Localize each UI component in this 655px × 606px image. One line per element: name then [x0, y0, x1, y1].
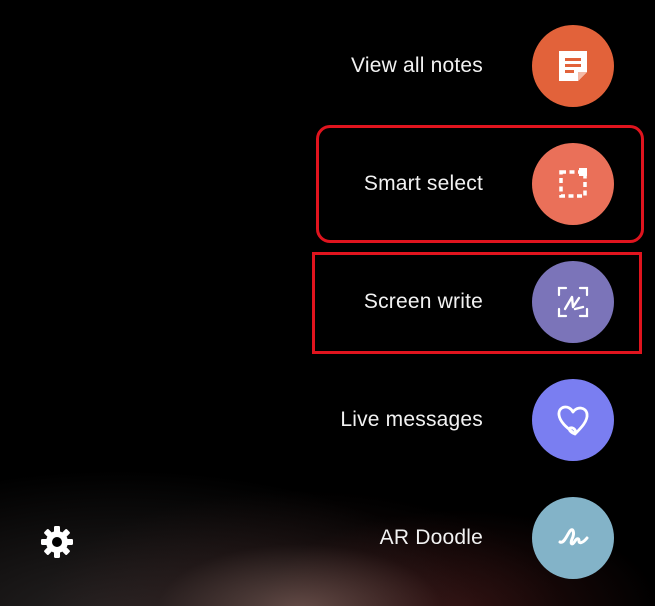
- menu-item-label: Smart select: [363, 172, 483, 195]
- menu-item-label: AR Doodle: [379, 526, 483, 549]
- menu-item-ar-doodle[interactable]: AR Doodle: [0, 492, 655, 584]
- menu-item-smart-select[interactable]: Smart select: [0, 138, 655, 230]
- menu-item-label: Screen write: [363, 290, 483, 313]
- settings-button[interactable]: [38, 523, 76, 561]
- live-messages-button[interactable]: [532, 379, 614, 461]
- air-command-screen: View all notes Smart select Screen write: [0, 0, 655, 606]
- menu-item-label: Live messages: [340, 408, 483, 431]
- screen-write-button[interactable]: [532, 261, 614, 343]
- menu-item-label: View all notes: [351, 54, 483, 77]
- smart-select-icon: [559, 168, 587, 198]
- screen-write-icon: [557, 286, 589, 318]
- menu-item-screen-write[interactable]: Screen write: [0, 256, 655, 348]
- menu-item-live-messages[interactable]: Live messages: [0, 374, 655, 466]
- heart-icon: [557, 405, 589, 436]
- view-all-notes-button[interactable]: [532, 25, 614, 107]
- menu-item-view-all-notes[interactable]: View all notes: [0, 20, 655, 112]
- notes-icon: [559, 51, 587, 81]
- ar-doodle-button[interactable]: [532, 497, 614, 579]
- smart-select-button[interactable]: [532, 143, 614, 225]
- doodle-icon: [558, 528, 589, 546]
- gear-icon: [41, 526, 73, 558]
